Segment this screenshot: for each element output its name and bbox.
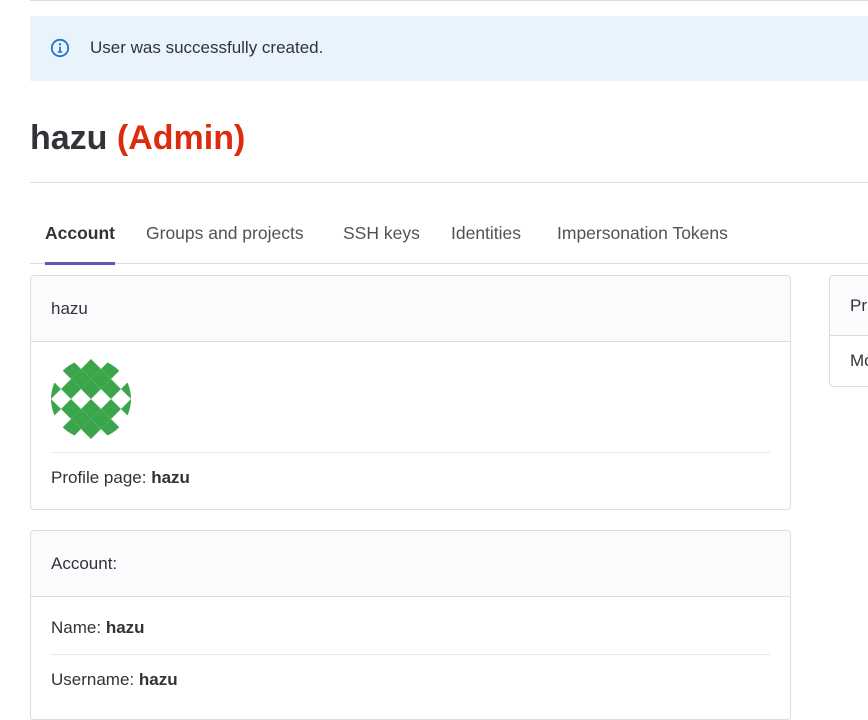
account-card: Account: Name: hazu Username: hazu: [30, 530, 791, 720]
profile-divider: [51, 452, 770, 453]
user-tabs: Account Groups and projects SSH keys Ide…: [30, 203, 868, 265]
admin-badge: (Admin): [116, 119, 246, 157]
title-divider: [30, 182, 868, 183]
name-label: Name:: [51, 618, 102, 637]
page-title: hazu (Admin): [30, 116, 245, 160]
username-line: Username: hazu: [51, 670, 178, 690]
username-value: hazu: [138, 670, 178, 689]
profile-card-header: hazu: [31, 276, 790, 342]
side-card-row: Mo: [850, 351, 868, 370]
profile-page-label: Profile page:: [51, 468, 147, 487]
flash-alert: User was successfully created.: [30, 16, 868, 81]
info-icon: [50, 38, 70, 58]
tab-impersonation-tokens[interactable]: Impersonation Tokens: [557, 203, 728, 263]
profile-page-line: Profile page: hazu: [51, 468, 190, 488]
side-card-header: Pr: [830, 276, 868, 336]
account-divider: [51, 654, 770, 655]
tab-groups-and-projects[interactable]: Groups and projects: [146, 203, 304, 263]
username-label: Username:: [51, 670, 135, 689]
name-value: hazu: [105, 618, 145, 637]
profile-card: hazu Profile page: hazu: [30, 275, 791, 510]
avatar[interactable]: [51, 359, 131, 439]
alert-message: User was successfully created.: [90, 38, 324, 57]
profile-page-link[interactable]: hazu: [151, 468, 190, 487]
tab-identities[interactable]: Identities: [451, 203, 521, 263]
tab-account[interactable]: Account: [45, 203, 115, 265]
top-divider: [30, 0, 868, 1]
account-card-header: Account:: [31, 531, 790, 597]
side-card: Pr Mo: [829, 275, 868, 387]
tab-ssh-keys[interactable]: SSH keys: [343, 203, 420, 263]
user-name-title: hazu: [30, 119, 108, 157]
name-line: Name: hazu: [51, 618, 145, 638]
